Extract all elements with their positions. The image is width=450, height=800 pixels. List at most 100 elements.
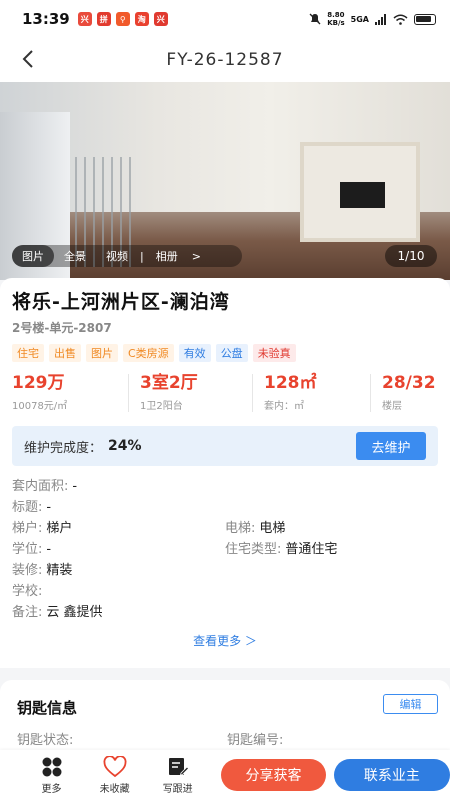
- view-more-link[interactable]: 查看更多 ＞: [0, 632, 450, 649]
- mute-icon: [309, 13, 321, 25]
- gallery-tab-chevron[interactable]: >: [188, 245, 205, 267]
- tag-photos: 图片: [86, 344, 118, 362]
- grid-icon: [42, 757, 62, 776]
- location-notification-icon: ⚲: [115, 12, 130, 26]
- info-decoration: 装修: 精装: [12, 560, 438, 581]
- info-value: -: [46, 542, 52, 557]
- info-value: 梯户: [46, 521, 73, 536]
- gallery-tab-album[interactable]: 相册: [146, 245, 188, 267]
- status-time: 13:39: [22, 10, 70, 28]
- edit-note-icon: [168, 757, 189, 776]
- stat-area-value: 128㎡: [264, 373, 317, 393]
- info-row: 学校:: [12, 581, 438, 602]
- bottom-action-bar: 更多 未收藏 写跟进 分享获客 联系业主: [0, 750, 450, 800]
- more-button[interactable]: 更多: [20, 756, 83, 795]
- info-key: 标题:: [12, 500, 43, 515]
- network-speed-unit: KB/s: [327, 19, 345, 27]
- info-value: 电梯: [259, 521, 286, 536]
- info-row: 梯户: 梯户 电梯: 电梯: [12, 518, 438, 539]
- stat-layout-value: 3室2厅: [140, 373, 198, 393]
- info-stair: 梯户: 梯户: [12, 518, 225, 539]
- tag-unverified: 未验真: [252, 344, 296, 362]
- info-inner-area: 套内面积: -: [12, 476, 438, 497]
- stat-price: 129万 10078元/㎡: [0, 372, 128, 416]
- network-type: 5GA: [350, 14, 369, 24]
- info-elevator: 电梯: 电梯: [225, 518, 438, 539]
- info-school-district: 学位: -: [12, 539, 225, 560]
- property-info: 套内面积: - 标题: - 梯户: 梯户 电梯: 电梯 学位: - 住宅类型: …: [12, 476, 438, 623]
- info-key: 电梯:: [225, 521, 256, 536]
- info-key: 学位:: [12, 542, 43, 557]
- listing-card: 将乐-上河洲片区-澜泊湾 2号楼-单元-2807 住宅 出售 图片 C类房源 有…: [0, 278, 450, 668]
- tag-class: C类房源: [123, 344, 174, 362]
- info-key: 装修:: [12, 563, 43, 578]
- key-info-card: 钥匙信息 编辑 钥匙状态: 钥匙编号:: [0, 680, 450, 750]
- info-key: 住宅类型:: [225, 542, 282, 557]
- stat-floor-value: 28/32: [382, 373, 436, 393]
- more-label: 更多: [41, 783, 62, 795]
- gallery-tab-divider: |: [140, 249, 144, 263]
- key-number-label: 钥匙编号:: [227, 733, 284, 748]
- info-house-type: 住宅类型: 普通住宅: [225, 539, 438, 560]
- info-key: 套内面积:: [12, 479, 69, 494]
- key-edit-button[interactable]: 编辑: [383, 694, 438, 714]
- gallery-tab-photos[interactable]: 图片: [12, 245, 54, 267]
- favorite-label: 未收藏: [99, 783, 130, 795]
- network-speed: 8.80 KB/s: [327, 11, 344, 27]
- key-info-title: 钥匙信息: [17, 699, 78, 717]
- info-row: 装修: 精装: [12, 560, 438, 581]
- network-speed-value: 8.80: [327, 11, 345, 19]
- info-value: -: [46, 500, 52, 515]
- follow-up-button[interactable]: 写跟进: [146, 756, 209, 795]
- listing-tags: 住宅 出售 图片 C类房源 有效 公盘 未验真: [12, 344, 296, 362]
- stat-layout-detail: 1卫2阳台: [140, 401, 183, 412]
- signal-icon: [375, 13, 386, 25]
- page-title: FY-26-12587: [166, 50, 284, 70]
- listing-stats: 129万 10078元/㎡ 3室2厅 1卫2阳台 128㎡ 套内：㎡ 28/32…: [0, 372, 450, 416]
- key-info-row: 钥匙状态: 钥匙编号:: [17, 729, 437, 748]
- info-row: 备注: 云 鑫提供: [12, 602, 438, 623]
- photo-counter: 1/10: [385, 245, 437, 267]
- tag-valid: 有效: [178, 344, 211, 362]
- share-button[interactable]: 分享获客: [221, 759, 326, 791]
- stat-floor: 28/32 楼层: [370, 372, 450, 416]
- back-button[interactable]: [22, 48, 44, 70]
- notification-icons: 兴 拼 ⚲ 淘 兴: [77, 12, 168, 26]
- app-notification-icon: 淘: [134, 12, 149, 26]
- info-value: 普通住宅: [285, 542, 338, 557]
- stat-price-unit: 10078元/㎡: [12, 401, 68, 412]
- info-value: -: [72, 479, 78, 494]
- maintenance-label: 维护完成度：: [24, 440, 103, 456]
- app-notification-icon: 拼: [96, 12, 111, 26]
- gallery-tab-video[interactable]: 视频: [96, 245, 138, 267]
- gallery-tabs: 图片 全景 视频 | 相册 >: [12, 245, 205, 267]
- favorite-button[interactable]: 未收藏: [83, 755, 146, 795]
- tag-for-sale: 出售: [49, 344, 81, 362]
- info-row: 标题: -: [12, 497, 438, 518]
- maintenance-value: 24%: [108, 438, 142, 454]
- tag-residential: 住宅: [12, 344, 44, 362]
- info-key: 梯户:: [12, 521, 43, 536]
- photo-tv: [340, 182, 385, 208]
- chevron-left-icon: [22, 50, 33, 68]
- wifi-icon: [393, 14, 408, 25]
- status-bar: 13:39 兴 拼 ⚲ 淘 兴 8.80 KB/s 5GA: [0, 0, 450, 38]
- stat-area-detail: 套内：㎡: [264, 401, 304, 412]
- battery-icon: [414, 13, 436, 25]
- nav-bar: FY-26-12587: [0, 38, 450, 82]
- gallery-tab-panorama[interactable]: 全景: [54, 245, 96, 267]
- info-title: 标题: -: [12, 497, 438, 518]
- contact-owner-button[interactable]: 联系业主: [333, 759, 450, 791]
- key-status-label: 钥匙状态:: [17, 733, 74, 748]
- tag-public: 公盘: [215, 344, 248, 362]
- go-maintain-button[interactable]: 去维护: [356, 432, 426, 460]
- info-value: 云 鑫提供: [46, 605, 103, 620]
- stat-layout: 3室2厅 1卫2阳台: [128, 372, 252, 416]
- info-value: 精装: [46, 563, 73, 578]
- app-notification-icon: 兴: [77, 12, 92, 26]
- info-school: 学校:: [12, 581, 438, 602]
- stat-floor-label: 楼层: [382, 401, 402, 412]
- info-remark: 备注: 云 鑫提供: [12, 602, 438, 623]
- info-row: 套内面积: -: [12, 476, 438, 497]
- maintenance-progress: 维护完成度： 24% 去维护: [12, 426, 438, 466]
